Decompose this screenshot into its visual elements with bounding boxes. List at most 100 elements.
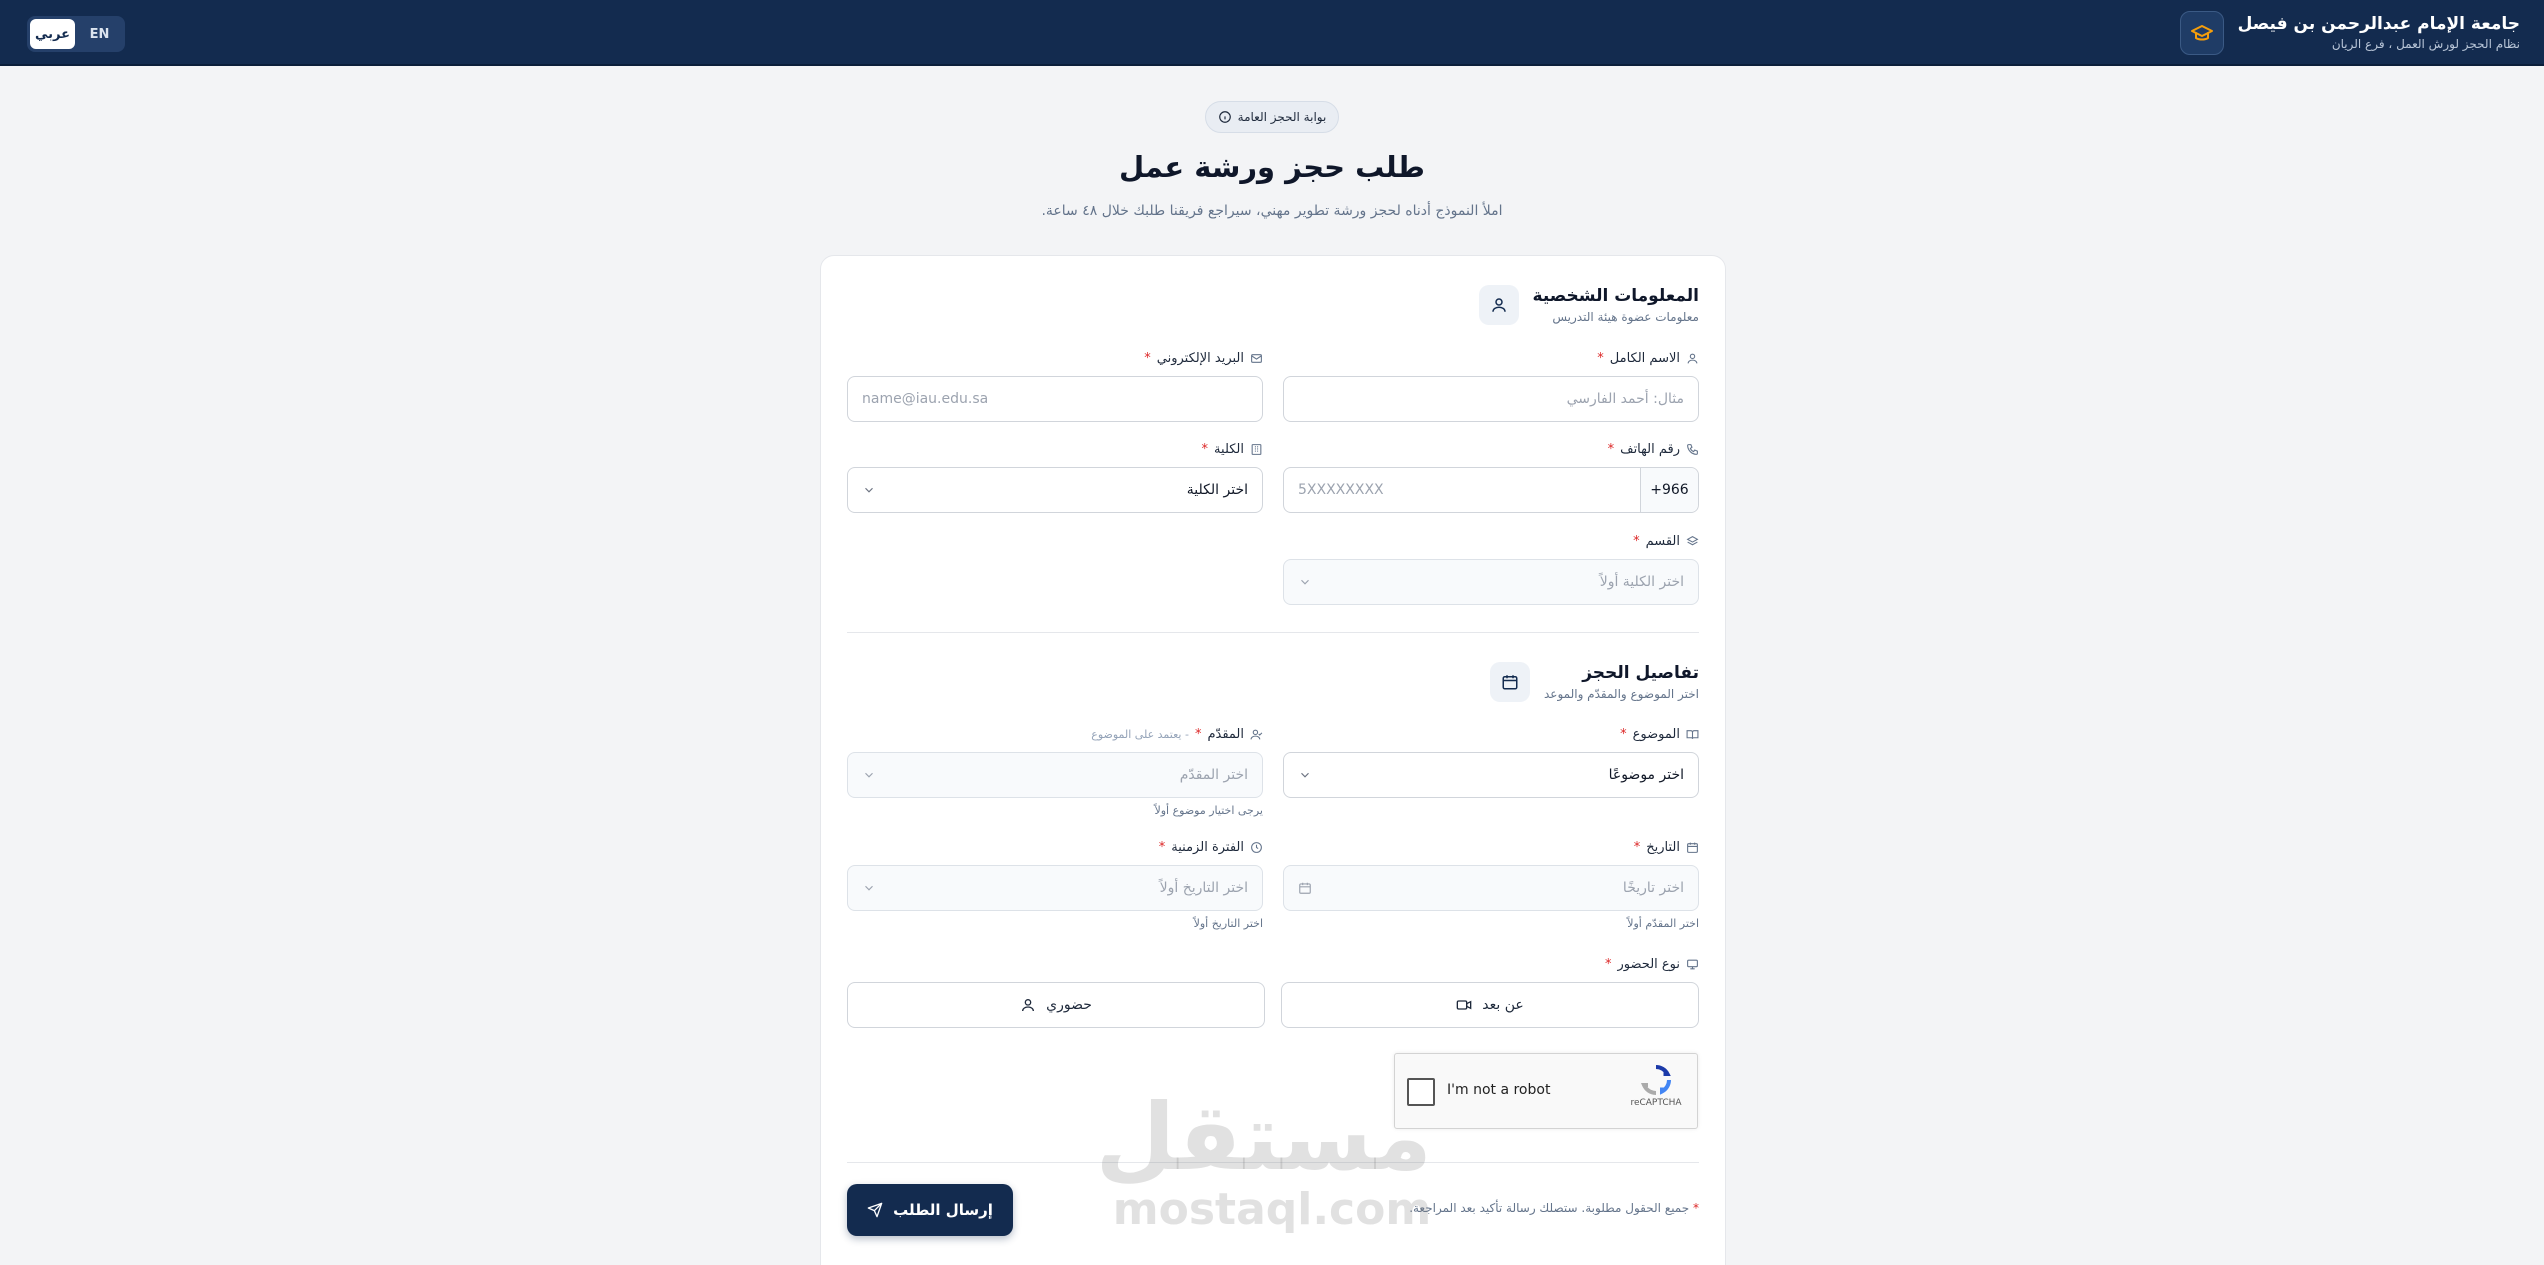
date-label: التاريخ — [1646, 839, 1680, 855]
topic-field: الموضوع * اختر موضوعًا — [1283, 724, 1699, 798]
email-placeholder: name@iau.edu.sa — [862, 391, 989, 407]
lang-en-button[interactable]: EN — [77, 19, 122, 49]
chevron-down-icon — [1298, 768, 1312, 782]
required-mark: * — [1605, 956, 1612, 972]
monitor-icon — [1686, 958, 1699, 971]
video-icon — [1456, 997, 1472, 1013]
clock-icon — [1250, 841, 1263, 854]
submit-button[interactable]: إرسال الطلب — [847, 1184, 1013, 1236]
phone-field: رقم الهاتف * +966 5XXXXXXXX — [1283, 439, 1699, 513]
presenter-label: المقدّم — [1207, 726, 1244, 742]
time-slot-placeholder: اختر التاريخ أولاً — [1159, 880, 1248, 896]
chevron-down-icon — [1298, 575, 1312, 589]
building-icon — [1250, 443, 1263, 456]
attendance-in-person-label: حضوري — [1046, 997, 1092, 1013]
chevron-down-icon — [862, 483, 876, 497]
college-label: الكلية — [1214, 441, 1244, 457]
required-mark: * — [1597, 350, 1604, 366]
attendance-label: نوع الحضور — [1617, 956, 1680, 972]
chevron-down-icon — [862, 881, 876, 895]
graduation-cap-icon — [2179, 11, 2224, 55]
full-name-placeholder: مثال: أحمد الفارسي — [1566, 391, 1684, 407]
send-icon — [867, 1202, 883, 1218]
full-name-label: الاسم الكامل — [1609, 350, 1680, 366]
mail-icon — [1250, 352, 1263, 365]
submit-label: إرسال الطلب — [893, 1201, 993, 1219]
person-icon — [1020, 997, 1036, 1013]
phone-input-group: +966 5XXXXXXXX — [1283, 467, 1699, 513]
recaptcha-checkbox[interactable] — [1407, 1078, 1435, 1106]
date-help: اختر المقدّم أولاً — [1627, 917, 1699, 930]
college-selected-value: اختر الكلية — [1186, 482, 1248, 498]
required-mark: * — [1620, 726, 1627, 742]
brand-title: جامعة الإمام عبدالرحمن بن فيصل — [2237, 14, 2520, 34]
calendar-icon — [1489, 662, 1530, 702]
phone-label: رقم الهاتف — [1620, 441, 1680, 457]
booking-section-title: تفاصيل الحجز — [1582, 663, 1699, 683]
language-switcher: عربي EN — [27, 16, 125, 52]
lang-ar-button[interactable]: عربي — [30, 19, 75, 49]
calendar-small-icon — [1686, 841, 1699, 854]
full-name-field: الاسم الكامل * مثال: أحمد الفارسي — [1283, 348, 1699, 422]
email-label: البريد الإلكتروني — [1156, 350, 1244, 366]
calendar-picker-icon — [1298, 881, 1312, 895]
attendance-in-person-option[interactable]: حضوري — [847, 982, 1265, 1028]
department-placeholder: اختر الكلية أولاً — [1599, 574, 1684, 590]
layers-icon — [1686, 535, 1699, 548]
presenter-note: - يعتمد على الموضوع — [1091, 727, 1189, 741]
phone-input[interactable]: 5XXXXXXXX — [1284, 482, 1640, 498]
required-mark: * — [1158, 839, 1166, 855]
recaptcha-label: I'm not a robot — [1447, 1082, 1551, 1098]
booking-section-header: تفاصيل الحجز اختر الموضوع والمقدّم والمو… — [1489, 661, 1699, 703]
required-mark: * — [1201, 441, 1209, 457]
time-slot-field: الفترة الزمنية * اختر التاريخ أولاً اختر… — [847, 837, 1263, 930]
person-icon — [1686, 352, 1699, 365]
presenter-field: المقدّم * - يعتمد على الموضوع اختر المقد… — [847, 724, 1263, 817]
top-navbar: جامعة الإمام عبدالرحمن بن فيصل نظام الحج… — [0, 0, 2544, 66]
required-mark: * — [1633, 533, 1640, 549]
department-field: القسم * اختر الكلية أولاً — [1283, 531, 1699, 605]
time-slot-help: اختر التاريخ أولاً — [1193, 917, 1263, 930]
date-field: التاريخ * اختر تاريخًا اختر المقدّم أولا… — [1283, 837, 1699, 930]
department-select[interactable]: اختر الكلية أولاً — [1283, 559, 1699, 605]
attendance-field: نوع الحضور * — [1283, 954, 1699, 982]
footer-divider — [847, 1162, 1699, 1163]
brand-subtitle: نظام الحجز لورش العمل ، فرع الريان — [2331, 37, 2520, 51]
portal-badge: بوابة الحجز العامة — [1205, 101, 1339, 133]
recaptcha-icon — [1640, 1065, 1671, 1095]
phone-icon — [1686, 443, 1699, 456]
attendance-remote-label: عن بعد — [1482, 997, 1524, 1013]
required-mark: * — [1693, 1201, 1699, 1215]
personal-section-header: المعلومات الشخصية معلومات عضوة هيئة التد… — [1478, 284, 1699, 326]
required-mark: * — [1194, 726, 1202, 742]
date-input[interactable]: اختر تاريخًا — [1283, 865, 1699, 911]
recaptcha-widget: I'm not a robot reCAPTCHA — [1394, 1053, 1698, 1129]
time-slot-label: الفترة الزمنية — [1171, 839, 1244, 855]
required-mark: * — [1144, 350, 1151, 366]
topic-label: الموضوع — [1632, 726, 1680, 742]
department-label: القسم — [1645, 533, 1680, 549]
footer-note: * جميع الحقول مطلوبة. ستصلك رسالة تأكيد … — [1409, 1201, 1699, 1215]
page-subtitle: املأ النموذج أدناه لحجز ورشة تطوير مهني،… — [1041, 203, 1503, 219]
email-input[interactable]: name@iau.edu.sa — [847, 376, 1263, 422]
brand-text: جامعة الإمام عبدالرحمن بن فيصل نظام الحج… — [2238, 13, 2520, 53]
attendance-remote-option[interactable]: عن بعد — [1281, 982, 1699, 1028]
recaptcha-brand: reCAPTCHA — [1630, 1098, 1682, 1108]
presenter-placeholder: اختر المقدّم — [1179, 767, 1248, 783]
presenter-select[interactable]: اختر المقدّم — [847, 752, 1263, 798]
topic-select[interactable]: اختر موضوعًا — [1283, 752, 1699, 798]
personal-section-subtitle: معلومات عضوة هيئة التدريس — [1552, 310, 1699, 324]
booking-section-subtitle: اختر الموضوع والمقدّم والموعد — [1543, 687, 1699, 701]
college-field: الكلية * اختر الكلية — [847, 439, 1263, 513]
time-slot-select[interactable]: اختر التاريخ أولاً — [847, 865, 1263, 911]
section-divider — [847, 632, 1699, 633]
presenter-help: يرجى اختيار موضوع أولاً — [1154, 804, 1263, 817]
info-icon — [1218, 110, 1232, 124]
college-select[interactable]: اختر الكلية — [847, 467, 1263, 513]
full-name-input[interactable]: مثال: أحمد الفارسي — [1283, 376, 1699, 422]
required-mark: * — [1607, 441, 1615, 457]
footer-note-text: جميع الحقول مطلوبة. ستصلك رسالة تأكيد بع… — [1409, 1201, 1690, 1215]
book-icon — [1686, 728, 1699, 741]
topic-selected-value: اختر موضوعًا — [1608, 767, 1684, 783]
page-title: طلب حجز ورشة عمل — [1119, 150, 1425, 184]
